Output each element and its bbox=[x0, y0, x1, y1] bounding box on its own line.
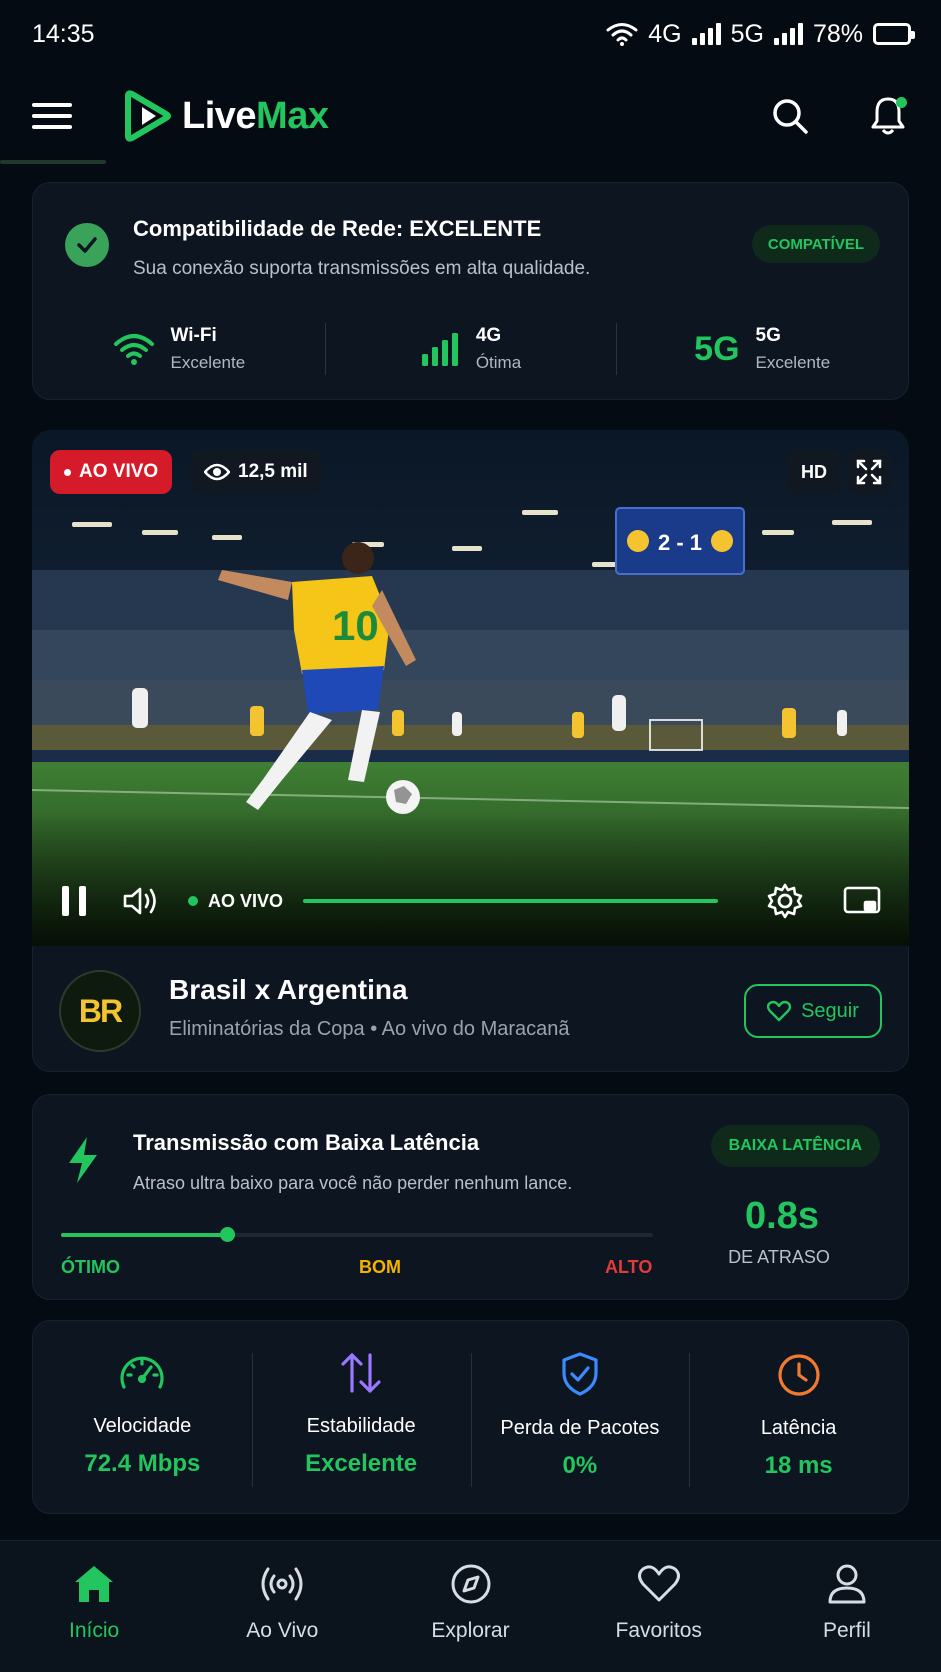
network-quality: Excelente bbox=[755, 353, 831, 372]
latency-caption: DE ATRASO bbox=[728, 1247, 830, 1267]
player-controls: AO VIVO bbox=[32, 856, 909, 946]
match-title: Brasil x Argentina bbox=[169, 974, 408, 1005]
status-time: 14:35 bbox=[32, 19, 95, 48]
nav-item-live[interactable]: Ao Vivo bbox=[188, 1541, 376, 1672]
heart-icon bbox=[637, 1565, 680, 1602]
wifi-status-icon bbox=[606, 23, 638, 46]
latency-meter-fill bbox=[61, 1233, 227, 1237]
appbar-indicator bbox=[0, 160, 106, 164]
eye-icon bbox=[204, 463, 230, 481]
scoreboard-score: 2 - 1 bbox=[658, 530, 702, 555]
nav-item-home[interactable]: Início bbox=[0, 1541, 188, 1672]
speedometer-icon bbox=[120, 1356, 164, 1389]
home-icon bbox=[75, 1566, 114, 1602]
latency-meter-knob bbox=[219, 1227, 235, 1242]
stat-speed: Velocidade 72.4 Mbps bbox=[33, 1321, 252, 1513]
wifi-icon bbox=[113, 334, 154, 365]
hd-quality-button[interactable]: HD bbox=[787, 450, 841, 494]
cast-screen-icon[interactable] bbox=[843, 885, 881, 917]
network-name: 5G bbox=[755, 325, 781, 346]
compatible-badge: COMPATÍVEL bbox=[751, 225, 880, 263]
nav-item-profile[interactable]: Perfil bbox=[753, 1541, 941, 1672]
status-bar: 14:35 4G 5G 78% bbox=[0, 0, 941, 68]
low-latency-card: Transmissão com Baixa Latência Atraso ul… bbox=[32, 1094, 909, 1300]
clock-icon bbox=[778, 1354, 820, 1396]
live-badge: AO VIVO bbox=[50, 450, 173, 494]
network-item-wifi: Wi-Fi Excelente bbox=[33, 321, 325, 377]
settings-gear-icon[interactable] bbox=[767, 883, 803, 919]
notification-bell-icon[interactable] bbox=[867, 95, 909, 137]
nav-item-favorites[interactable]: Favoritos bbox=[565, 1541, 753, 1672]
signal-bars-icon bbox=[421, 333, 458, 366]
live-indicator: AO VIVO bbox=[188, 891, 283, 912]
latency-title: Transmissão com Baixa Latência bbox=[133, 1130, 480, 1155]
network-item-5g: 5G 5G Excelente bbox=[616, 321, 908, 377]
latency-value: 0.8s bbox=[745, 1195, 819, 1237]
network-compatibility-card: Compatibilidade de Rede: EXCELENTE Sua c… bbox=[32, 182, 909, 400]
network-item-4g: 4G Ótima bbox=[324, 321, 617, 377]
fullscreen-icon[interactable] bbox=[847, 450, 891, 494]
stat-packet-loss: Perda de Pacotes 0% bbox=[470, 1321, 690, 1513]
shield-check-icon bbox=[562, 1352, 598, 1396]
status-net-4g: 4G bbox=[648, 19, 682, 48]
match-info-card: BR Brasil x Argentina Eliminatórias da C… bbox=[32, 946, 909, 1072]
battery-percent: 78% bbox=[812, 19, 863, 48]
heart-icon bbox=[767, 1000, 792, 1022]
arrows-updown-icon bbox=[341, 1353, 381, 1393]
menu-icon[interactable] bbox=[32, 100, 72, 132]
signal-icon bbox=[691, 23, 721, 45]
live-dot bbox=[64, 468, 71, 476]
latency-label-high: ALTO bbox=[605, 1257, 653, 1277]
nav-item-explore[interactable]: Explorar bbox=[376, 1541, 564, 1672]
bottom-navigation: Início Ao Vivo Explorar Favoritos Perfil bbox=[0, 1540, 941, 1672]
latency-subtitle: Atraso ultra baixo para você não perder … bbox=[133, 1173, 573, 1193]
status-indicators: 4G 5G 78% bbox=[606, 19, 915, 49]
check-circle-icon bbox=[65, 223, 109, 267]
viewer-count: 12,5 mil bbox=[190, 450, 322, 494]
compass-icon bbox=[451, 1564, 490, 1604]
network-quality: Ótima bbox=[475, 353, 522, 372]
network-title: Compatibilidade de Rede: EXCELENTE bbox=[133, 216, 542, 241]
pause-icon[interactable] bbox=[60, 884, 88, 918]
app-logo[interactable]: LiveMax bbox=[124, 90, 329, 142]
notification-dot bbox=[896, 97, 907, 108]
stat-stability: Estabilidade Excelente bbox=[251, 1321, 471, 1513]
stat-latency: Latência 18 ms bbox=[689, 1321, 908, 1513]
broadcast-icon bbox=[261, 1567, 303, 1601]
user-icon bbox=[828, 1564, 866, 1604]
volume-icon[interactable] bbox=[122, 885, 160, 917]
latency-meter bbox=[61, 1227, 653, 1242]
status-net-5g: 5G bbox=[730, 19, 764, 48]
battery-icon bbox=[873, 23, 915, 45]
connection-stats-card: Velocidade 72.4 Mbps Estabilidade Excele… bbox=[32, 1320, 909, 1514]
latency-label-mid: BOM bbox=[359, 1257, 401, 1277]
network-quality: Excelente bbox=[170, 353, 246, 372]
network-subtitle: Sua conexão suporta transmissões em alta… bbox=[133, 258, 591, 279]
app-bar: LiveMax bbox=[0, 68, 941, 164]
low-latency-badge: BAIXA LATÊNCIA bbox=[710, 1125, 880, 1167]
play-logo-icon bbox=[125, 90, 171, 142]
team-logo[interactable]: BR bbox=[59, 970, 141, 1052]
follow-button[interactable]: Seguir bbox=[744, 984, 882, 1038]
match-subtitle: Eliminatórias da Copa • Ao vivo do Marac… bbox=[169, 1018, 570, 1040]
latency-label-good: ÓTIMO bbox=[61, 1257, 120, 1277]
video-player[interactable]: 2 - 1 10 AO VIVO 12,5 mil HD AO VIVO bbox=[32, 430, 909, 946]
app-name: LiveMax bbox=[182, 94, 329, 137]
network-name: 4G bbox=[475, 325, 502, 346]
jersey-number: 10 bbox=[332, 602, 379, 649]
network-name: Wi-Fi bbox=[170, 325, 217, 346]
5g-icon: 5G bbox=[694, 329, 740, 368]
live-progress-bar[interactable] bbox=[303, 899, 719, 903]
signal-icon bbox=[773, 23, 803, 45]
lightning-bolt-icon bbox=[69, 1137, 97, 1183]
search-icon[interactable] bbox=[769, 95, 811, 137]
